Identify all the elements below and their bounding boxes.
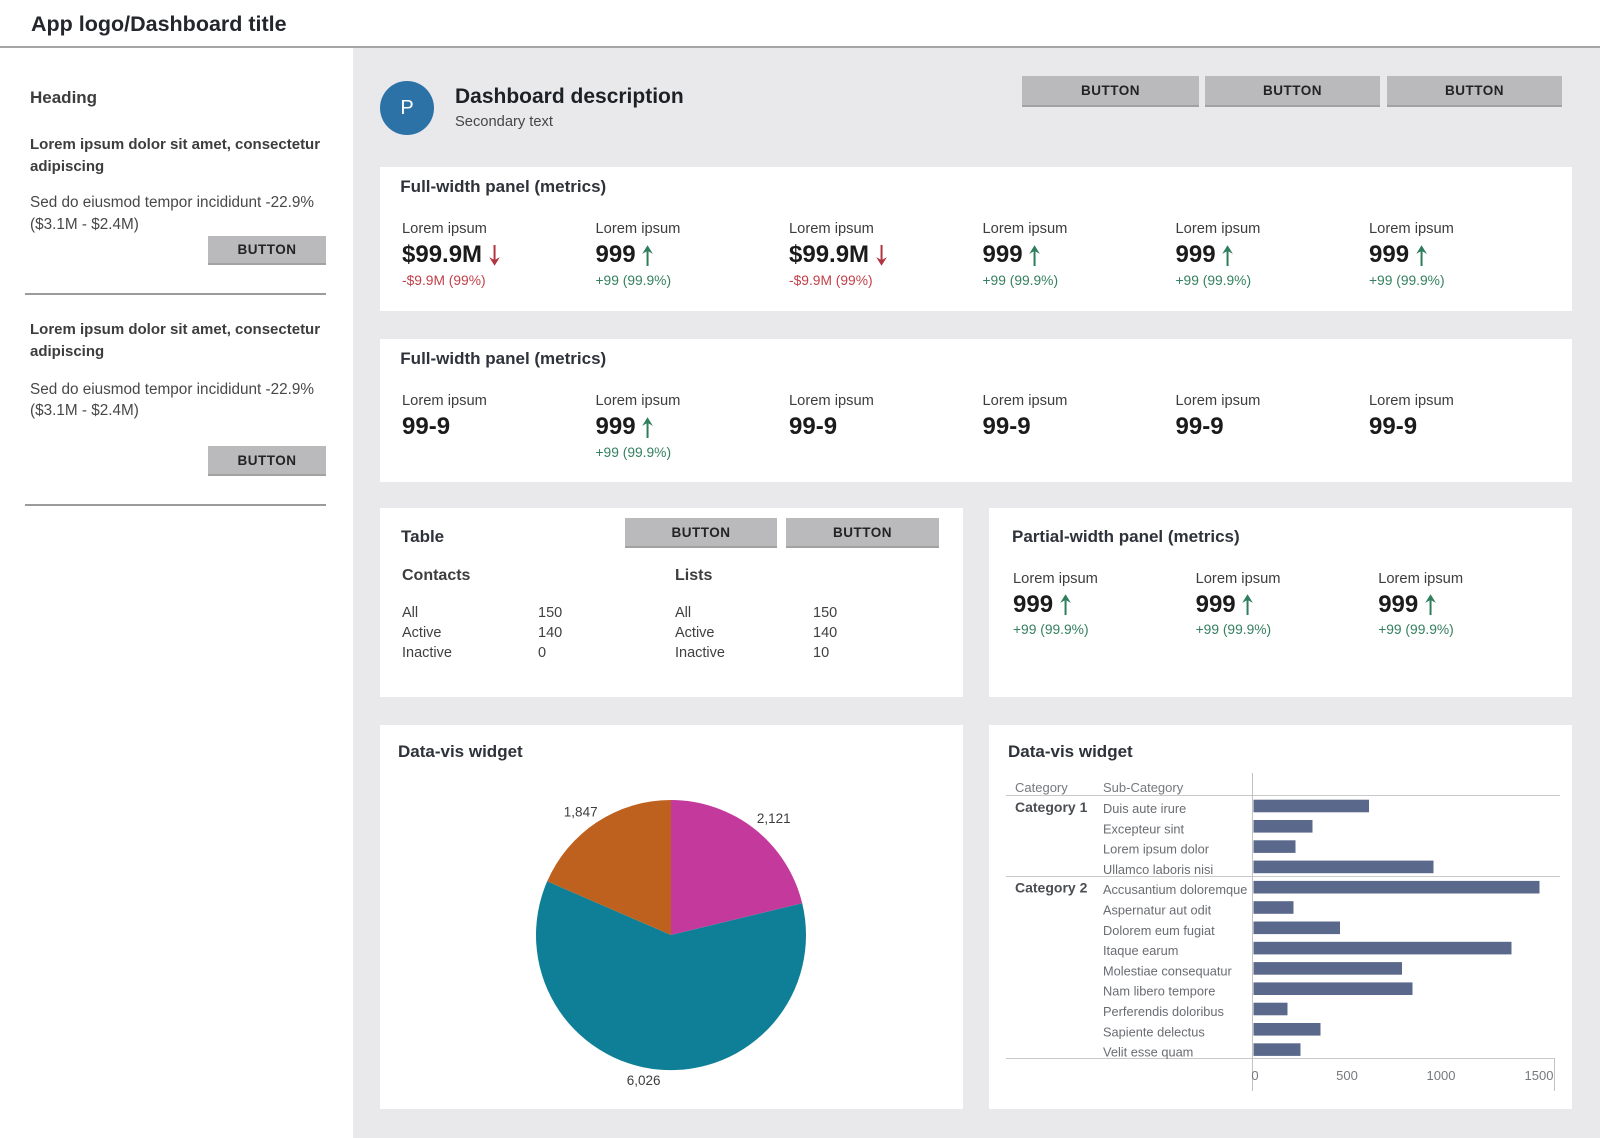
svg-text:Molestiae consequatur: Molestiae consequatur: [1103, 963, 1232, 978]
svg-text:Excepteur sint: Excepteur sint: [1103, 821, 1185, 836]
svg-text:Nam libero tempore: Nam libero tempore: [1103, 984, 1215, 999]
svg-text:Sub-Category: Sub-Category: [1103, 780, 1184, 795]
svg-text:Accusantium doloremque: Accusantium doloremque: [1103, 882, 1247, 897]
svg-text:1,847: 1,847: [564, 805, 598, 820]
svg-text:Itaque earum: Itaque earum: [1103, 943, 1178, 958]
svg-text:Ullamco laboris nisi: Ullamco laboris nisi: [1103, 862, 1213, 877]
svg-text:2,121: 2,121: [757, 811, 791, 826]
svg-text:6,026: 6,026: [627, 1073, 661, 1088]
svg-text:Duis aute irure: Duis aute irure: [1103, 801, 1186, 816]
svg-text:Category 2: Category 2: [1015, 879, 1088, 895]
svg-text:Aspernatur aut odit: Aspernatur aut odit: [1103, 903, 1212, 918]
svg-text:Lorem ipsum dolor: Lorem ipsum dolor: [1103, 842, 1210, 857]
svg-text:0: 0: [1251, 1068, 1258, 1083]
svg-text:1000: 1000: [1427, 1068, 1456, 1083]
svg-text:Sapiente delectus: Sapiente delectus: [1103, 1024, 1205, 1039]
svg-text:500: 500: [1336, 1068, 1358, 1083]
svg-text:Category: Category: [1015, 780, 1068, 795]
svg-text:Perferendis doloribus: Perferendis doloribus: [1103, 1004, 1224, 1019]
svg-text:1500: 1500: [1525, 1068, 1554, 1083]
svg-text:Velit esse quam: Velit esse quam: [1103, 1045, 1193, 1060]
svg-text:Category 1: Category 1: [1015, 799, 1088, 815]
svg-text:Dolorem eum fugiat: Dolorem eum fugiat: [1103, 923, 1215, 938]
